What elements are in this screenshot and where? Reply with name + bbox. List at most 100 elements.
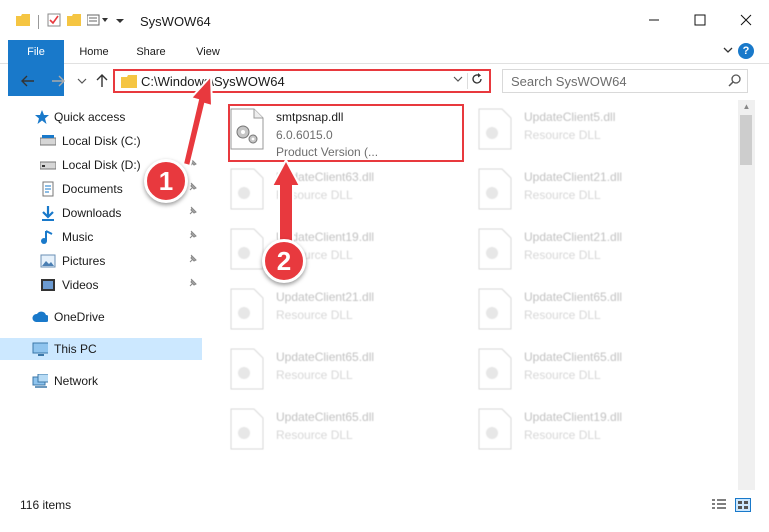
- dll-file-icon: [478, 288, 512, 330]
- sidebar-item-label: Local Disk (D:): [62, 158, 141, 172]
- file-item[interactable]: UpdateClient65.dll Resource DLL: [228, 344, 463, 400]
- new-folder-icon[interactable]: [67, 13, 81, 30]
- scroll-thumb[interactable]: [740, 115, 752, 165]
- step-1-badge: 1: [144, 159, 188, 203]
- pin-icon: [188, 134, 198, 147]
- up-button[interactable]: [92, 72, 112, 90]
- address-dropdown-icon[interactable]: [453, 74, 463, 87]
- sidebar-item-local-disk-c[interactable]: Local Disk (C:): [0, 130, 202, 152]
- file-name: UpdateClient65.dll: [276, 410, 375, 424]
- dll-file-icon: [478, 348, 512, 390]
- folder-icon: [16, 14, 30, 29]
- customize-toolbar-icon[interactable]: [86, 14, 109, 29]
- search-icon[interactable]: [728, 74, 741, 90]
- window-title: SysWOW64: [140, 14, 211, 29]
- file-item[interactable]: UpdateClient19.dll Resource DLL: [476, 404, 711, 460]
- vertical-scrollbar[interactable]: ▲: [738, 100, 755, 490]
- pin-icon: [188, 158, 198, 171]
- drive-icon: [40, 157, 56, 173]
- computer-icon: [32, 341, 48, 357]
- file-type: Resource DLL: [276, 188, 353, 202]
- sidebar-item-label: Downloads: [62, 206, 122, 220]
- tab-share[interactable]: Share: [128, 40, 174, 64]
- dll-file-icon: [230, 408, 264, 450]
- file-item[interactable]: UpdateClient21.dll Resource DLL: [228, 284, 463, 340]
- back-arrow-icon: [21, 75, 34, 87]
- file-item[interactable]: UpdateClient65.dll Resource DLL: [228, 404, 463, 460]
- dll-file-icon: [230, 288, 264, 330]
- minimize-icon: [649, 19, 659, 21]
- navigation-bar: C:\Windows\SysWOW64 Search SysWOW64: [0, 65, 769, 97]
- tab-home[interactable]: Home: [72, 40, 116, 64]
- maximize-icon: [694, 14, 706, 26]
- address-bar[interactable]: C:\Windows\SysWOW64: [113, 69, 491, 93]
- minimize-button[interactable]: [631, 0, 677, 40]
- pin-icon: [188, 278, 198, 291]
- back-button[interactable]: [18, 72, 38, 90]
- pin-icon: [188, 230, 198, 243]
- pin-icon: [188, 254, 198, 267]
- ribbon-tabs: File Home Share View ?: [0, 40, 769, 96]
- file-name: UpdateClient21.dll: [524, 230, 623, 244]
- search-box[interactable]: Search SysWOW64: [502, 69, 748, 93]
- highlight-box: [228, 104, 464, 162]
- sidebar-item-videos[interactable]: Videos: [0, 274, 202, 296]
- file-name: UpdateClient65.dll: [276, 350, 375, 364]
- sidebar-item-pictures[interactable]: Pictures: [0, 250, 202, 272]
- recent-locations-button[interactable]: [72, 72, 92, 90]
- details-view-icon[interactable]: [711, 498, 727, 512]
- file-item[interactable]: UpdateClient21.dll Resource DLL: [476, 224, 711, 280]
- file-item[interactable]: UpdateClient63.dll Resource DLL: [228, 164, 463, 220]
- navigation-pane: Quick access Local Disk (C:) Local Disk …: [0, 100, 208, 490]
- file-item[interactable]: UpdateClient65.dll Resource DLL: [476, 344, 711, 400]
- folder-icon: [121, 75, 137, 91]
- file-type: Resource DLL: [524, 248, 601, 262]
- dll-file-icon: [478, 228, 512, 270]
- refresh-icon[interactable]: [467, 73, 485, 89]
- address-path[interactable]: C:\Windows\SysWOW64: [141, 74, 285, 89]
- file-type: Resource DLL: [276, 308, 353, 322]
- dll-file-icon: [478, 168, 512, 210]
- scroll-up-icon[interactable]: ▲: [738, 100, 755, 114]
- sidebar-item-label: Music: [62, 230, 94, 244]
- sidebar-item-label: Pictures: [62, 254, 106, 268]
- pin-icon: [188, 206, 198, 219]
- search-input[interactable]: Search SysWOW64: [511, 74, 627, 89]
- sidebar-item-downloads[interactable]: Downloads: [0, 202, 202, 224]
- forward-arrow-icon: [52, 75, 65, 87]
- dll-file-icon: [230, 348, 264, 390]
- file-type: Resource DLL: [524, 428, 601, 442]
- sidebar-item-onedrive[interactable]: OneDrive: [0, 306, 202, 328]
- file-name: UpdateClient63.dll: [276, 170, 375, 184]
- sidebar-item-this-pc[interactable]: This PC: [0, 338, 202, 360]
- dll-file-icon: [230, 168, 264, 210]
- file-name: UpdateClient21.dll: [276, 290, 375, 304]
- sidebar-item-label: This PC: [54, 342, 97, 356]
- explorer-window: SysWOW64 File Home Share View ? C:\Windo…: [0, 0, 769, 532]
- file-name: UpdateClient5.dll: [524, 110, 616, 124]
- file-name: UpdateClient21.dll: [524, 170, 623, 184]
- file-item[interactable]: UpdateClient65.dll Resource DLL: [476, 284, 711, 340]
- large-icons-view-icon[interactable]: [735, 498, 751, 512]
- dll-file-icon: [230, 228, 264, 270]
- close-button[interactable]: [723, 0, 769, 40]
- download-icon: [40, 205, 56, 221]
- file-item[interactable]: UpdateClient5.dll Resource DLL: [476, 104, 711, 160]
- help-icon[interactable]: ?: [738, 43, 754, 59]
- sidebar-item-network[interactable]: Network: [0, 370, 202, 392]
- file-item[interactable]: UpdateClient21.dll Resource DLL: [476, 164, 711, 220]
- title-bar: SysWOW64: [0, 0, 769, 40]
- sidebar-item-label: Documents: [62, 182, 123, 196]
- expand-ribbon-icon[interactable]: [722, 44, 734, 59]
- up-arrow-icon: [96, 74, 108, 87]
- maximize-button[interactable]: [677, 0, 723, 40]
- toolbar-dropdown-icon[interactable]: [115, 15, 125, 29]
- properties-icon[interactable]: [47, 13, 61, 30]
- forward-button[interactable]: [48, 72, 68, 90]
- file-type: Resource DLL: [524, 128, 601, 142]
- quick-access-toolbar: [16, 13, 125, 30]
- quick-access[interactable]: Quick access: [0, 106, 202, 128]
- tab-view[interactable]: View: [186, 40, 230, 64]
- sidebar-item-music[interactable]: Music: [0, 226, 202, 248]
- toolbar-separator: [38, 14, 39, 29]
